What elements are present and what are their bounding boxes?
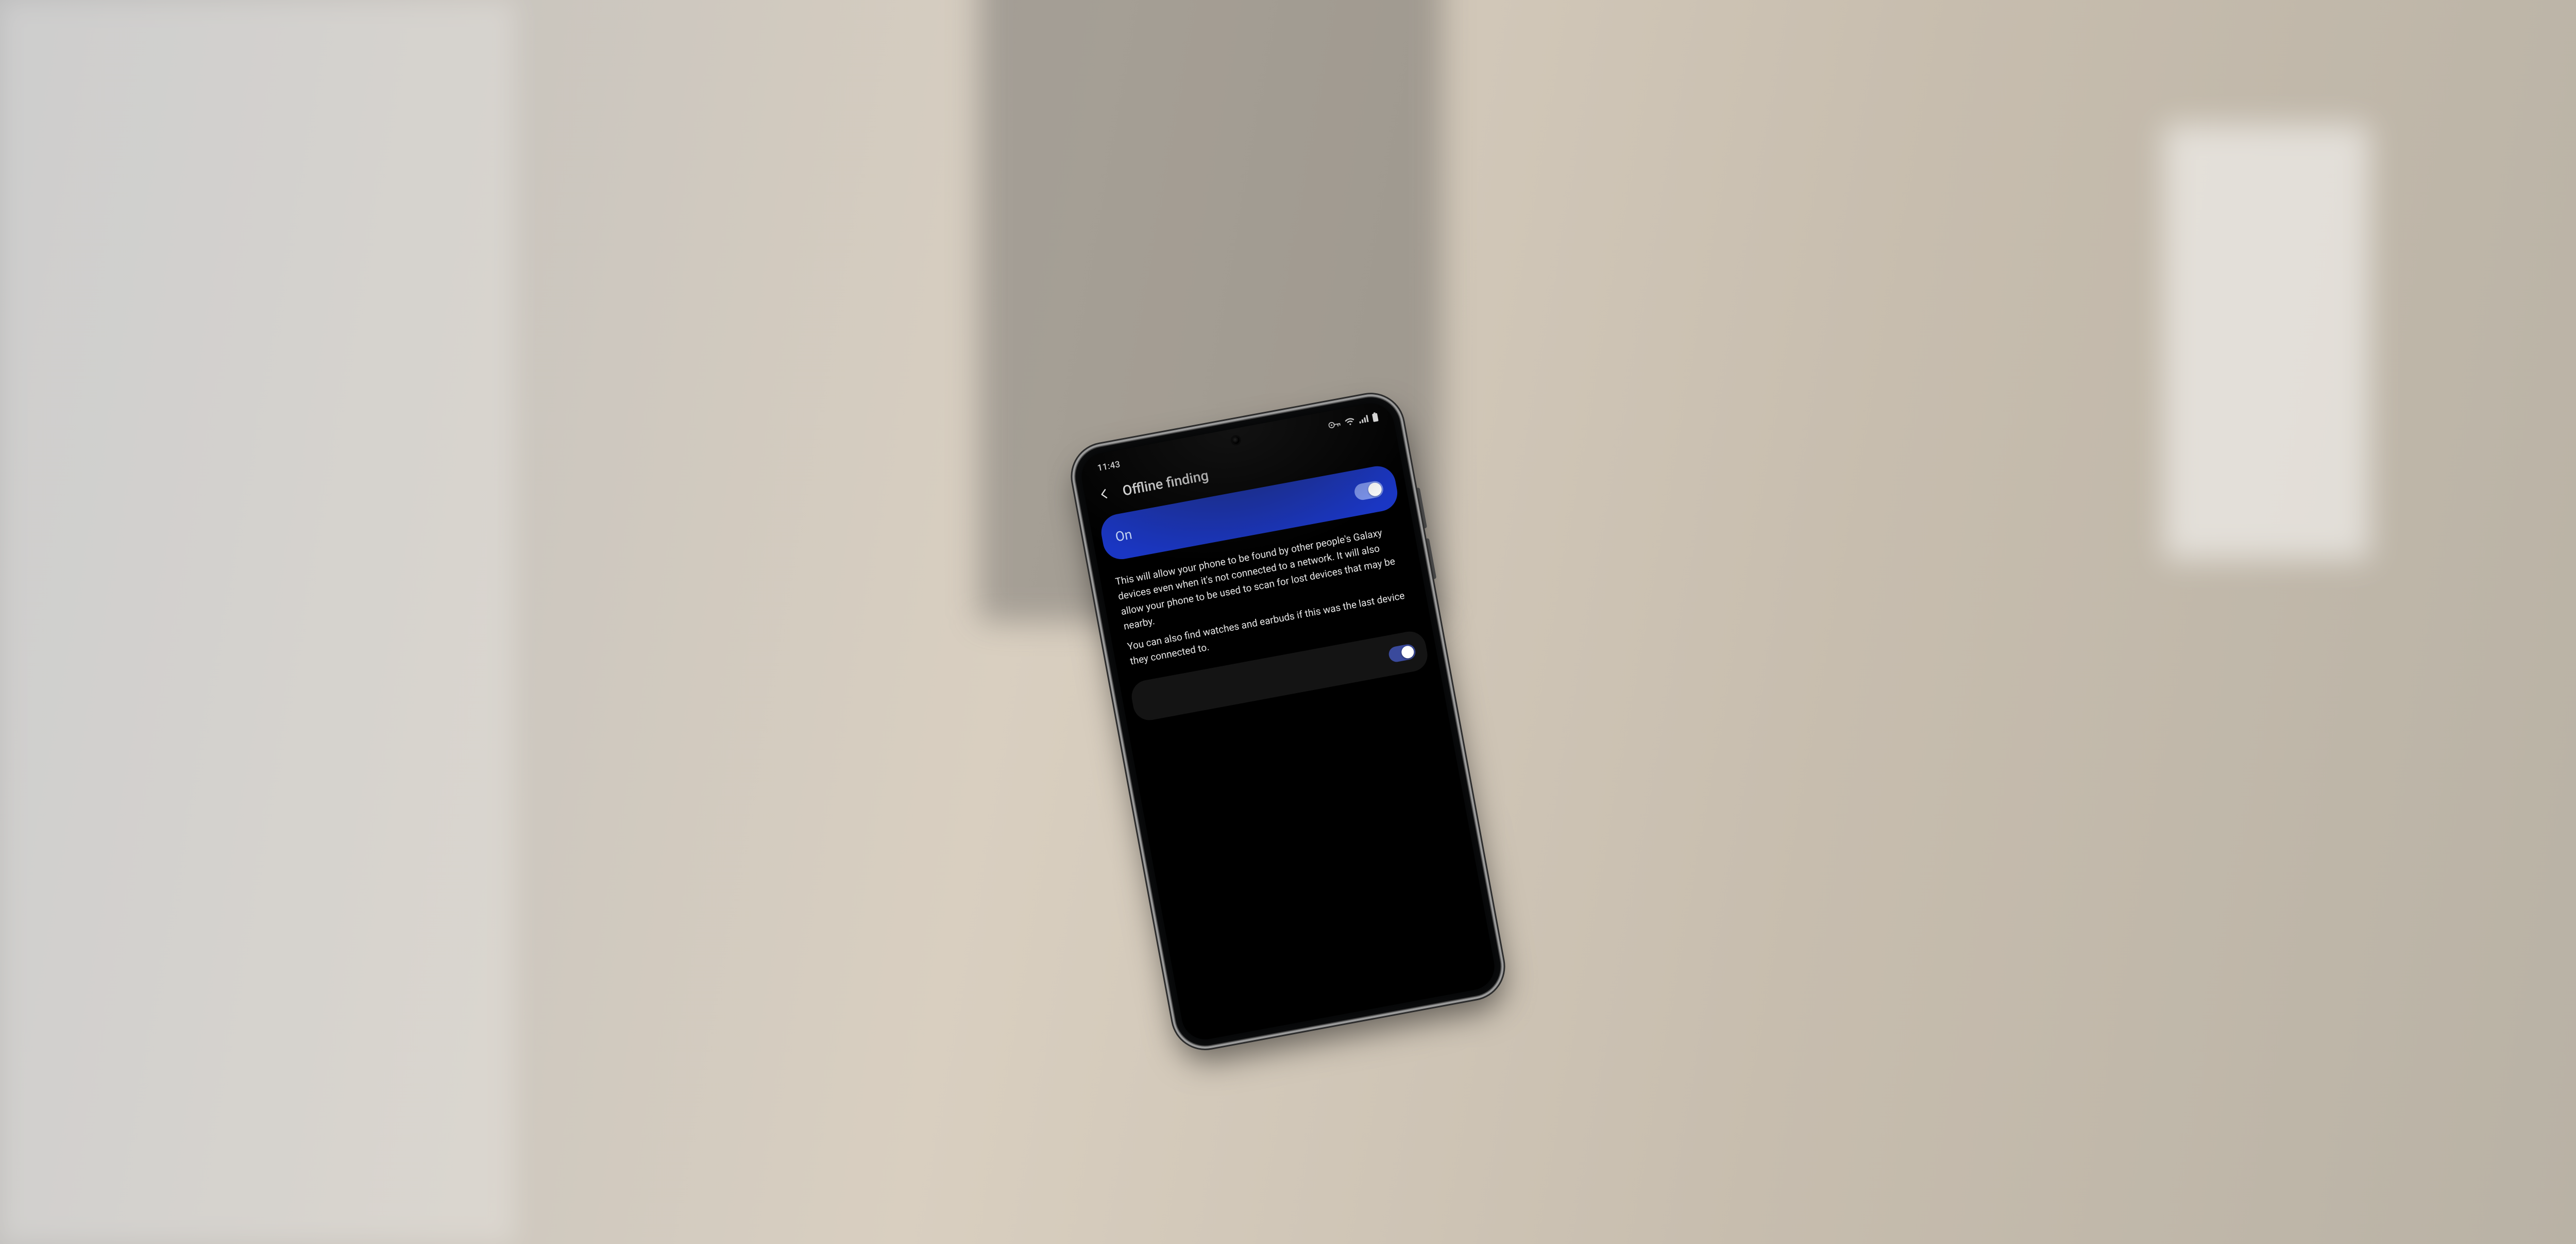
vpn-key-icon xyxy=(1328,420,1341,429)
chevron-left-icon xyxy=(1097,486,1112,502)
status-time: 11:43 xyxy=(1097,459,1122,474)
page-title: Offline finding xyxy=(1121,467,1210,499)
signal-icon xyxy=(1358,415,1368,424)
back-button[interactable] xyxy=(1094,484,1115,506)
secondary-setting-text xyxy=(1144,657,1381,701)
master-toggle-state-label: On xyxy=(1114,527,1133,545)
battery-icon xyxy=(1371,412,1379,422)
master-toggle-switch[interactable] xyxy=(1353,480,1385,501)
wifi-icon xyxy=(1344,417,1356,427)
background-left-light xyxy=(0,0,515,1244)
secondary-setting-title xyxy=(1144,657,1381,701)
secondary-toggle-switch[interactable] xyxy=(1387,643,1417,663)
